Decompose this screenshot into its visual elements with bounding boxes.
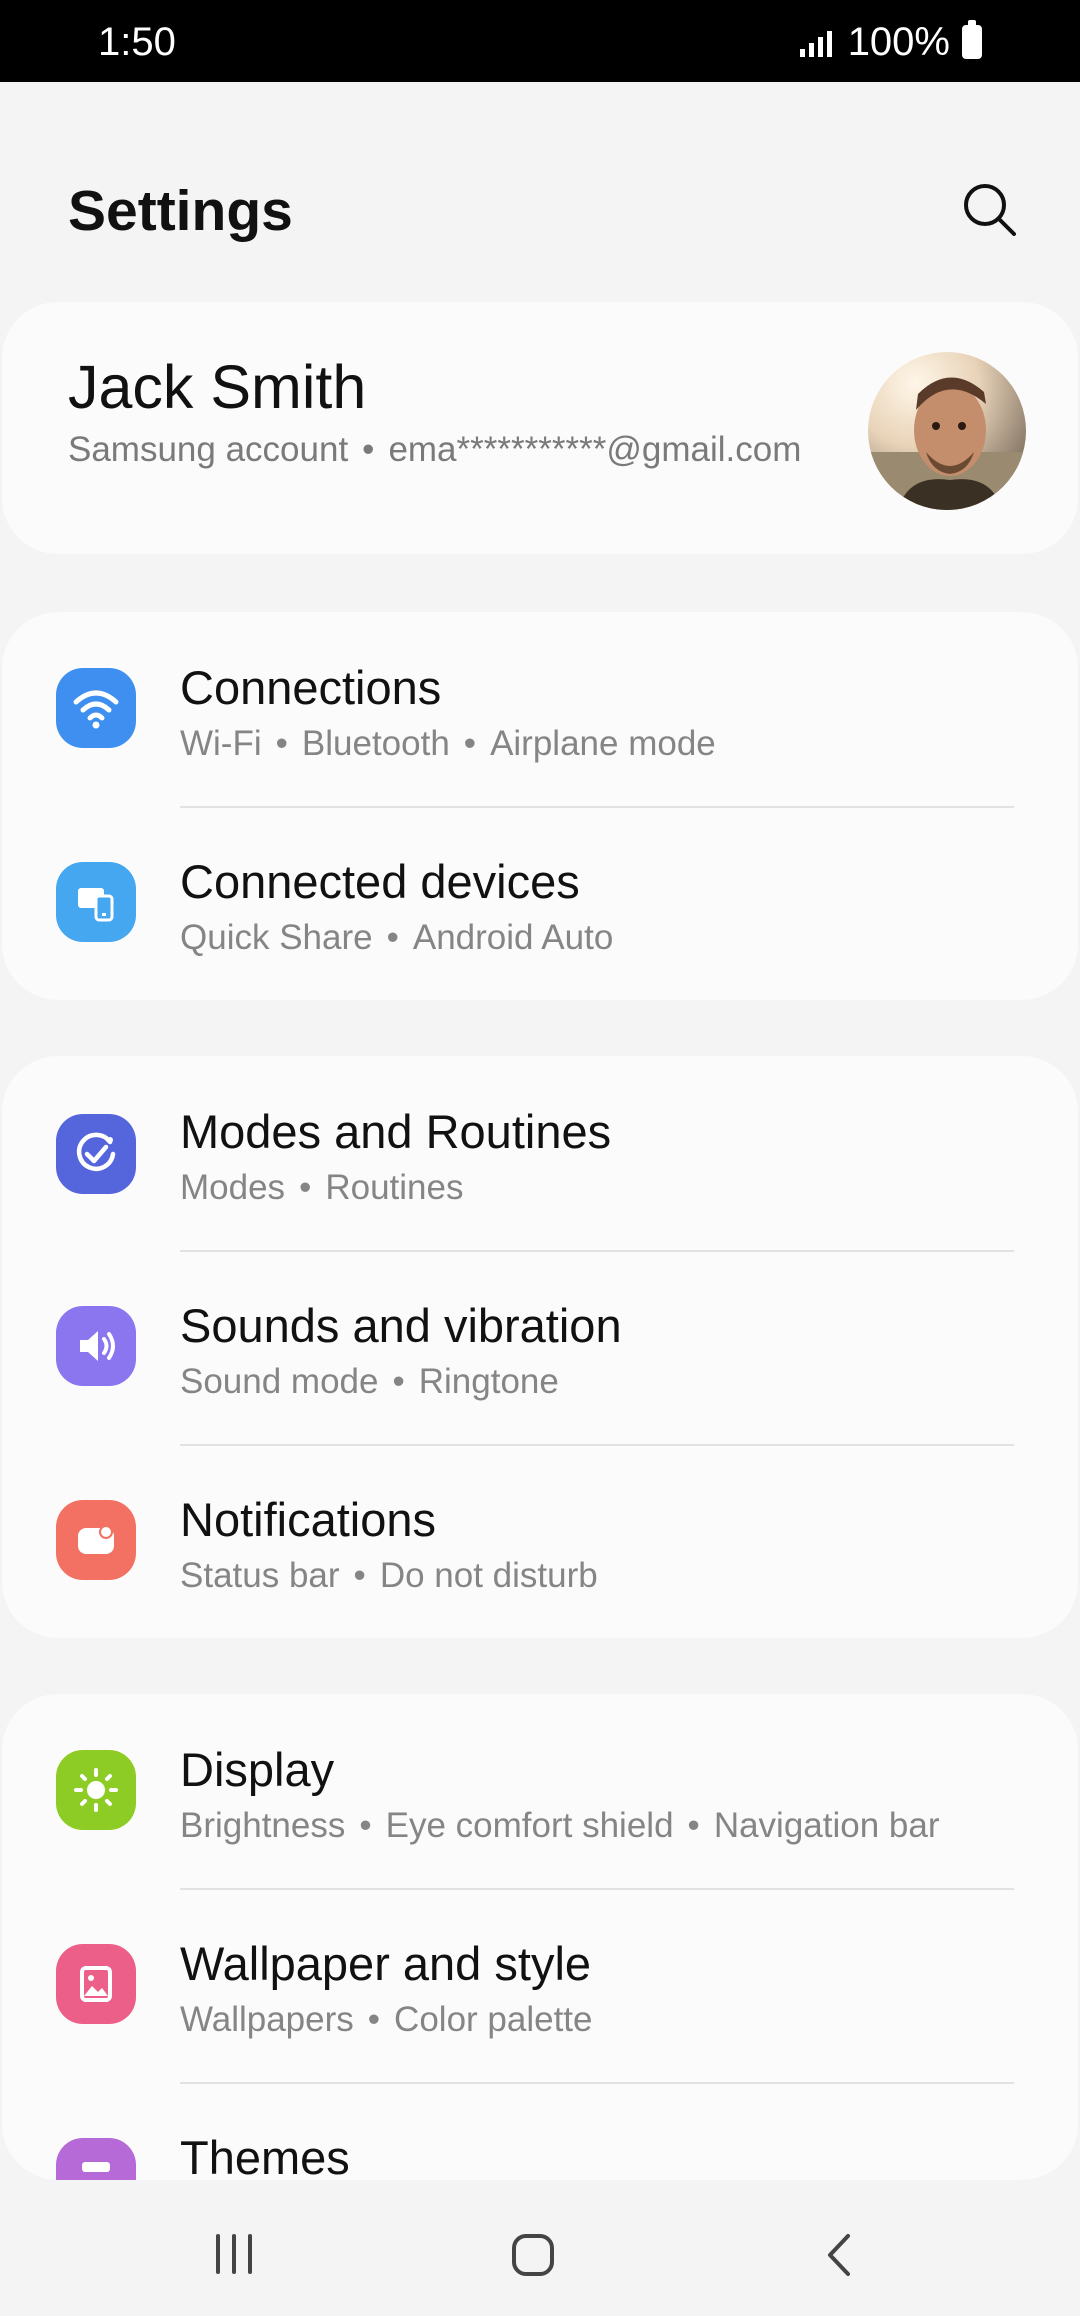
item-subtitle: Wi-Fi • Bluetooth • Airplane mode bbox=[180, 724, 716, 763]
wallpaper-icon bbox=[56, 1944, 136, 2024]
settings-item-modes-routines[interactable]: Modes and Routines Modes • Routines bbox=[2, 1056, 1078, 1250]
signal-icon bbox=[799, 27, 832, 57]
avatar[interactable] bbox=[868, 352, 1026, 510]
devices-icon bbox=[56, 862, 136, 942]
battery-percent: 100% bbox=[847, 19, 950, 64]
item-subtitle: Wallpapers • Color palette bbox=[180, 2000, 593, 2039]
profile-name: Jack Smith bbox=[68, 353, 367, 421]
back-icon[interactable] bbox=[818, 2232, 858, 2278]
settings-item-themes[interactable]: Themes bbox=[2, 2082, 1078, 2180]
page-title: Settings bbox=[68, 179, 293, 243]
item-subtitle: Brightness • Eye comfort shield • Navigation… bbox=[180, 1806, 940, 1845]
item-subtitle: Quick Share • Android Auto bbox=[180, 918, 614, 957]
search-icon[interactable] bbox=[960, 180, 1020, 240]
item-title: Sounds and vibration bbox=[180, 1299, 622, 1352]
item-subtitle: Sound mode • Ringtone bbox=[180, 1362, 559, 1401]
settings-item-connected-devices[interactable]: Connected devices Quick Share • Android Au… bbox=[2, 806, 1078, 1000]
navigation-bar bbox=[0, 2182, 1080, 2316]
settings-item-wallpaper-style[interactable]: Wallpaper and style Wallpapers • Color pal… bbox=[2, 1888, 1078, 2082]
recents-icon[interactable] bbox=[212, 2232, 256, 2276]
routine-check-icon bbox=[56, 1114, 136, 1194]
sun-icon bbox=[56, 1750, 136, 1830]
settings-item-sounds-vibration[interactable]: Sounds and vibration Sound mode • Ringtone bbox=[2, 1250, 1078, 1444]
themes-icon bbox=[56, 2138, 136, 2180]
item-title: Notifications bbox=[180, 1493, 436, 1546]
notification-icon bbox=[56, 1500, 136, 1580]
item-title: Connected devices bbox=[180, 855, 580, 908]
settings-item-connections[interactable]: Connections Wi-Fi • Bluetooth • Airplane mod… bbox=[2, 612, 1078, 806]
item-title: Themes bbox=[180, 2131, 350, 2180]
item-title: Modes and Routines bbox=[180, 1105, 612, 1158]
wifi-icon bbox=[56, 668, 136, 748]
item-title: Display bbox=[180, 1743, 335, 1796]
account-label: Samsung account bbox=[68, 430, 349, 469]
home-icon[interactable] bbox=[510, 2232, 556, 2278]
settings-item-display[interactable]: Display Brightness • Eye comfort shield • Na… bbox=[2, 1694, 1078, 1888]
profile-card[interactable]: Jack Smith Samsung account • ema**********… bbox=[2, 302, 1078, 554]
status-time: 1:50 bbox=[98, 20, 176, 64]
item-subtitle: Modes • Routines bbox=[180, 1168, 464, 1207]
status-bar: 1:50 100% bbox=[0, 0, 1080, 82]
settings-item-notifications[interactable]: Notifications Status bar • Do not disturb bbox=[2, 1444, 1078, 1638]
status-indicators: 100% bbox=[799, 19, 982, 64]
battery-icon bbox=[962, 20, 982, 59]
item-title: Connections bbox=[180, 661, 442, 714]
item-subtitle: Status bar • Do not disturb bbox=[180, 1556, 598, 1595]
settings-group-connectivity: Connections Wi-Fi • Bluetooth • Airplane mod… bbox=[2, 612, 1078, 1000]
settings-group-display: Display Brightness • Eye comfort shield • Na… bbox=[2, 1694, 1078, 2180]
settings-group-sound-modes: Modes and Routines Modes • Routines Sounds… bbox=[2, 1056, 1078, 1638]
item-title: Wallpaper and style bbox=[180, 1937, 592, 1990]
profile-account-line: Samsung account • ema***********@gmail.com bbox=[68, 430, 802, 469]
speaker-icon bbox=[56, 1306, 136, 1386]
account-email: ema***********@gmail.com bbox=[388, 430, 802, 469]
